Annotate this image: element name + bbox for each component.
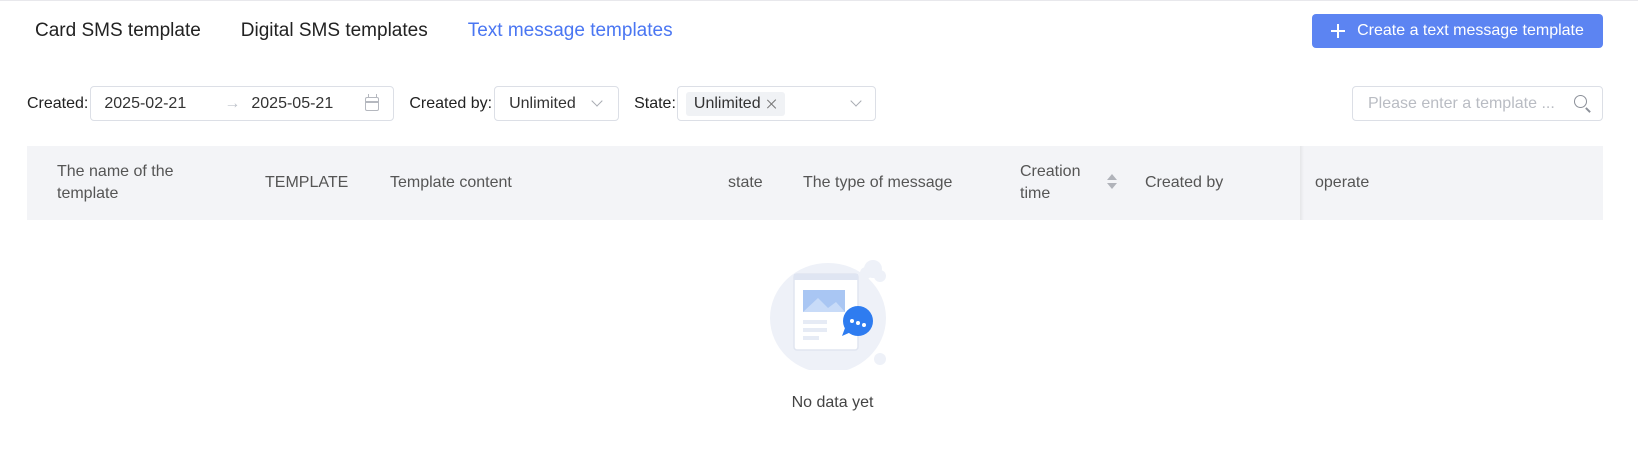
template-tabs: Card SMS template Digital SMS templates …: [35, 17, 673, 45]
col-created-by: Created by: [1145, 174, 1224, 191]
range-arrow-icon: →: [224, 94, 241, 112]
chevron-down-icon: [591, 95, 603, 107]
col-template-name: The name of the template: [57, 163, 174, 202]
search-input[interactable]: Please enter a template ...: [1368, 95, 1568, 113]
tab-card-sms[interactable]: Card SMS template: [35, 17, 201, 45]
col-operate: operate: [1315, 174, 1370, 191]
col-message-type: The type of message: [803, 174, 953, 191]
create-template-label: Create a text message template: [1357, 22, 1584, 39]
empty-state-text: No data yet: [791, 394, 874, 411]
sort-icon[interactable]: [1107, 174, 1117, 192]
fixed-column-divider: [1300, 146, 1304, 220]
calendar-icon: [365, 94, 380, 111]
date-range-picker[interactable]: 2025-02-21 → 2025-05-21: [90, 86, 395, 121]
col-state: state: [728, 174, 763, 191]
state-label: State:: [634, 94, 676, 112]
state-tag-label: Unlimited: [693, 95, 761, 112]
start-date-input[interactable]: 2025-02-21: [104, 95, 186, 113]
close-icon[interactable]: [767, 99, 777, 109]
top-divider: [0, 0, 1638, 1]
empty-data-illustration: [770, 260, 886, 370]
created-by-value: Unlimited: [509, 94, 576, 112]
col-template-content: Template content: [390, 174, 512, 191]
col-template: TEMPLATE: [265, 174, 349, 191]
table-header: The name of the template TEMPLATE Templa…: [27, 146, 1603, 220]
template-search[interactable]: Please enter a template ...: [1352, 86, 1603, 121]
created-by-label: Created by:: [409, 94, 493, 112]
create-template-button[interactable]: Create a text message template: [1312, 14, 1603, 48]
col-creation-time[interactable]: Creation time: [1020, 161, 1090, 205]
state-tag: Unlimited: [685, 92, 785, 116]
tab-text-message[interactable]: Text message templates: [468, 17, 673, 45]
search-icon[interactable]: [1574, 95, 1587, 108]
created-label: Created:: [27, 94, 89, 112]
end-date-input[interactable]: 2025-05-21: [251, 95, 333, 113]
created-by-select[interactable]: Unlimited: [494, 86, 620, 121]
chevron-down-icon: [850, 95, 862, 107]
filter-bar: Created: 2025-02-21 → 2025-05-21 Created…: [27, 86, 876, 121]
plus-icon: [1331, 24, 1346, 38]
tab-digital-sms[interactable]: Digital SMS templates: [241, 17, 428, 45]
state-select[interactable]: Unlimited: [676, 86, 876, 121]
